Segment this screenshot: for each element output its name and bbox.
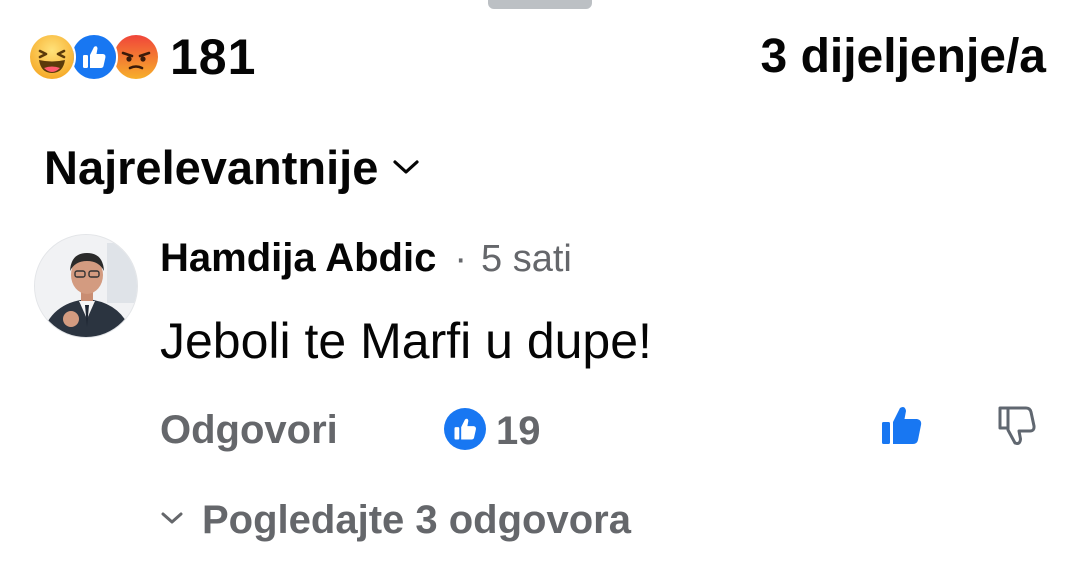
- comment-text: Jeboli te Marfi u dupe!: [160, 313, 652, 369]
- reply-button[interactable]: Odgovori: [160, 408, 338, 453]
- share-count[interactable]: 3 dijeljenje/a: [761, 30, 1046, 84]
- reaction-count: 181: [170, 29, 257, 85]
- haha-icon: [28, 33, 76, 81]
- chevron-down-icon: [160, 510, 184, 531]
- chevron-down-icon: [392, 158, 420, 181]
- comment-author[interactable]: Hamdija Abdic: [160, 236, 436, 281]
- like-button[interactable]: [880, 404, 924, 453]
- view-replies-label: Pogledajte 3 odgovora: [202, 498, 631, 542]
- dislike-button[interactable]: [996, 404, 1038, 453]
- thumbs-up-icon: [882, 407, 922, 444]
- comment-timestamp[interactable]: 5 sati: [481, 238, 572, 281]
- comment-likes[interactable]: 19: [444, 408, 541, 455]
- comment-header: Hamdija Abdic · 5 sati: [160, 236, 572, 281]
- like-icon: [444, 408, 486, 455]
- sort-comments-dropdown[interactable]: Najrelevantnije: [44, 140, 420, 195]
- reactions-summary[interactable]: 181: [28, 29, 257, 85]
- sheet-grabber-handle[interactable]: [488, 0, 592, 9]
- like-icon: [70, 33, 118, 81]
- like-count: 19: [496, 409, 541, 453]
- view-replies-button[interactable]: Pogledajte 3 odgovora: [160, 498, 631, 543]
- separator-dot: ·: [454, 238, 468, 280]
- sort-label: Najrelevantnije: [44, 141, 379, 194]
- reaction-icons: [28, 31, 162, 83]
- angry-icon: [112, 33, 160, 81]
- avatar[interactable]: [34, 234, 138, 338]
- thumbs-down-icon: [998, 406, 1036, 445]
